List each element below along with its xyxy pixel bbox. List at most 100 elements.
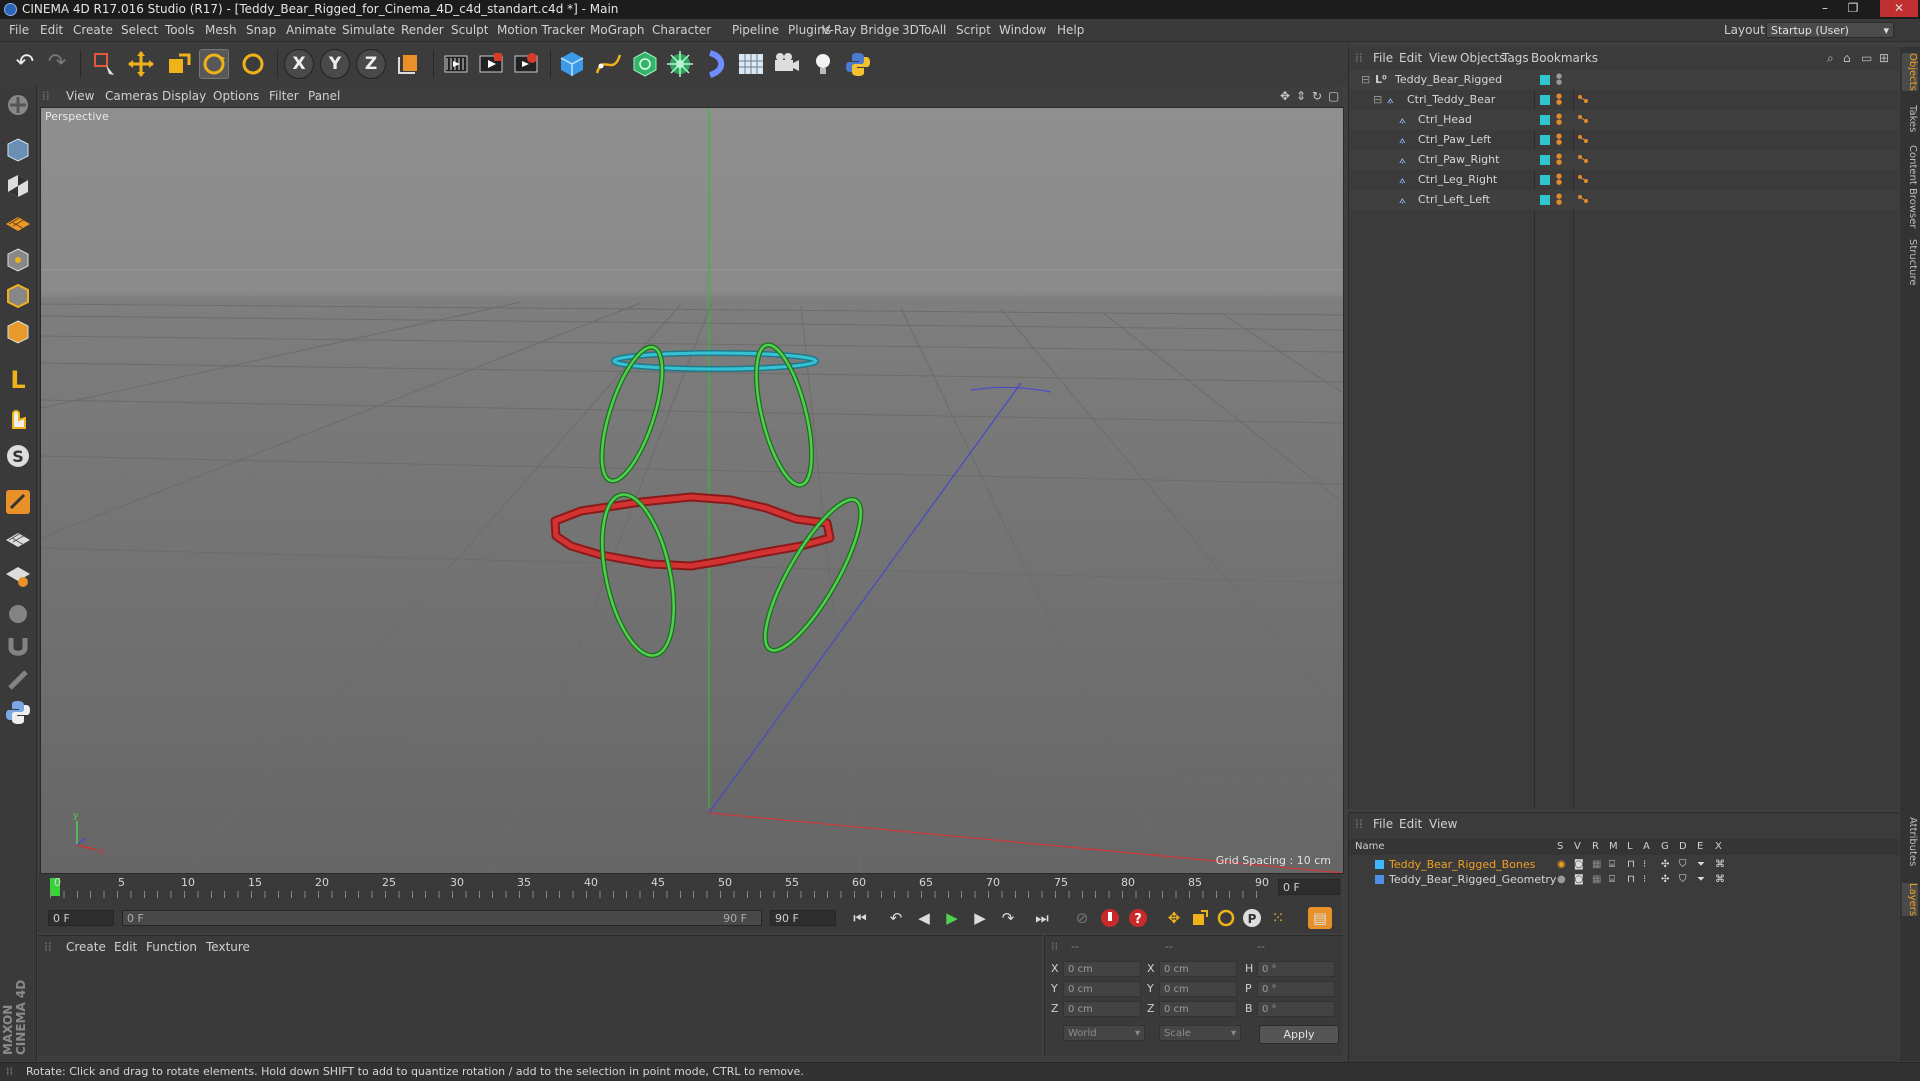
camera-icon[interactable] [772,49,802,79]
xrefs-toggle-icon[interactable]: ⌘ [1715,857,1725,872]
objects-menu-tags[interactable]: Tags [1502,47,1529,69]
layers-menu-edit[interactable]: Edit [1399,813,1422,835]
restore-button[interactable]: ❐ [1840,0,1866,17]
menu-render[interactable]: Render [401,19,444,41]
menu-vray-bridge[interactable]: V-Ray Bridge [822,19,899,41]
menu-motion-tracker[interactable]: Motion Tracker [497,19,585,41]
search-icon[interactable]: ⌕ [1827,47,1834,69]
visibility-dots-icon[interactable]: ● ● [1556,193,1562,206]
end-frame-field[interactable]: 90 F [770,910,836,926]
layer-color-swatch[interactable] [1540,75,1550,85]
material-menu-create[interactable]: Create [66,936,106,958]
size-mode-dropdown[interactable]: Scale ▾ [1159,1025,1241,1041]
cube-primitive-icon[interactable] [557,49,587,79]
rotation-p-field[interactable]: 0 ° [1257,981,1335,997]
menu-snap[interactable]: Snap [246,19,276,41]
object-name[interactable]: Ctrl_Paw_Left [1418,130,1491,150]
size-z-field[interactable]: 0 cm [1159,1001,1237,1017]
next-frame-icon[interactable]: ▶ [968,907,992,929]
objects-menu-objects[interactable]: Objects [1460,47,1505,69]
layout-dropdown[interactable]: Startup (User) ▾ [1766,22,1894,38]
xrefs-toggle-icon[interactable]: ⌘ [1715,872,1725,887]
record-disabled-icon[interactable]: ⊘ [1070,907,1094,929]
material-menu-texture[interactable]: Texture [206,936,250,958]
spline-pen-icon[interactable] [593,49,623,79]
maximize-view-icon[interactable]: ▢ [1328,86,1339,106]
keyframe-rotation-icon[interactable] [1214,907,1238,929]
lock-toggle-icon[interactable]: ⊓ [1627,872,1635,887]
3d-viewport[interactable]: y x Perspective Grid Spacing : 10 cm [40,107,1344,874]
material-menu-function[interactable]: Function [146,936,197,958]
menu-mesh[interactable]: Mesh [205,19,237,41]
viewport-menu-options[interactable]: Options [213,86,259,106]
ik-tag-icon[interactable] [1577,174,1591,186]
go-to-end-icon[interactable]: ⏭ [1030,907,1054,929]
rotation-h-field[interactable]: 0 ° [1257,961,1335,977]
layer-color-swatch[interactable] [1540,195,1550,205]
viewport-menu-display[interactable]: Display [162,86,206,106]
make-editable-icon[interactable] [4,91,32,119]
material-menu-edit[interactable]: Edit [114,936,137,958]
menu-simulate[interactable]: Simulate [342,19,395,41]
next-key-icon[interactable]: ↷ [996,907,1020,929]
menu-3dtoall[interactable]: 3DToAll [902,19,946,41]
layer-color-swatch[interactable] [1540,175,1550,185]
deformer-bend-icon[interactable] [701,49,731,79]
object-row-teddy-bear-rigged[interactable]: ⊟ L⁰ Teddy_Bear_Rigged ● ● [1349,70,1899,90]
preview-range-slider[interactable]: 0 F 90 F [122,910,762,926]
render-settings-icon[interactable] [511,49,541,79]
object-row-ctrl-teddy-bear[interactable]: ⊟ ⟑ Ctrl_Teddy_Bear ● ● [1349,90,1899,110]
undo-icon[interactable]: ↶ [10,49,40,79]
visibility-dots-icon[interactable]: ● ● [1556,73,1562,86]
objects-menu-edit[interactable]: Edit [1399,47,1422,69]
keyframe-pla-icon[interactable]: ⁙ [1266,907,1290,929]
animation-toggle-icon[interactable]: ⁝ [1643,872,1646,887]
x-axis-lock-icon[interactable]: X [284,49,314,79]
keyframe-parameter-icon[interactable]: P [1240,907,1264,929]
collapse-icon[interactable]: ⊟ [1361,70,1370,90]
tab-takes[interactable]: Takes [1902,105,1918,132]
position-z-field[interactable]: 0 cm [1063,1001,1141,1017]
menu-pipeline[interactable]: Pipeline [732,19,779,41]
ik-tag-icon[interactable] [1577,194,1591,206]
brush-icon[interactable] [4,666,32,694]
visibility-dots-icon[interactable]: ● ● [1556,133,1562,146]
cloner-icon[interactable] [665,49,695,79]
texture-mode-icon[interactable] [4,172,32,200]
keyframe-scale-icon[interactable] [1188,907,1212,929]
solo-toggle-icon[interactable]: ◉ [1557,857,1566,872]
animation-toggle-icon[interactable]: ⁝ [1643,857,1646,872]
menu-select[interactable]: Select [121,19,158,41]
menu-tools[interactable]: Tools [165,19,195,41]
objects-menu-bookmarks[interactable]: Bookmarks [1531,47,1598,69]
object-row-ctrl-paw-right[interactable]: ⟑ Ctrl_Paw_Right ● ● [1349,150,1899,170]
object-name[interactable]: Ctrl_Teddy_Bear [1407,90,1495,110]
floor-environment-icon[interactable] [736,49,766,79]
render-toggle-icon[interactable]: ▦ [1592,857,1601,872]
locked-workplane-icon[interactable] [4,562,32,590]
go-to-start-icon[interactable]: ⏮ [848,907,872,929]
object-row-ctrl-leg-right[interactable]: ⟑ Ctrl_Leg_Right ● ● [1349,170,1899,190]
menu-animate[interactable]: Animate [286,19,336,41]
minimize-button[interactable]: – [1812,0,1838,17]
workplane-lock-icon[interactable] [4,526,32,554]
layers-menu-file[interactable]: File [1373,813,1393,835]
layer-color-swatch[interactable] [1540,155,1550,165]
layer-color-swatch[interactable] [1540,135,1550,145]
generators-toggle-icon[interactable]: ✣ [1661,857,1669,872]
ik-tag-icon[interactable] [1577,114,1591,126]
viewport-menu-view[interactable]: View [66,86,94,106]
timeline-layout-icon[interactable]: ▤ [1308,907,1332,929]
object-name[interactable]: Ctrl_Paw_Right [1418,150,1499,170]
previous-key-icon[interactable]: ↶ [884,907,908,929]
record-active-objects-icon[interactable] [1098,907,1122,929]
menu-help[interactable]: Help [1057,19,1084,41]
ik-tag-icon[interactable] [1577,154,1591,166]
apply-button[interactable]: Apply [1259,1025,1339,1044]
solo-toggle-icon[interactable]: ● [1557,872,1566,887]
y-axis-lock-icon[interactable]: Y [320,49,350,79]
move-icon[interactable] [126,49,156,79]
play-icon[interactable]: ▶ [940,907,964,929]
start-frame-field[interactable]: 0 F [48,910,114,926]
viewport-menu-cameras[interactable]: Cameras [105,86,158,106]
